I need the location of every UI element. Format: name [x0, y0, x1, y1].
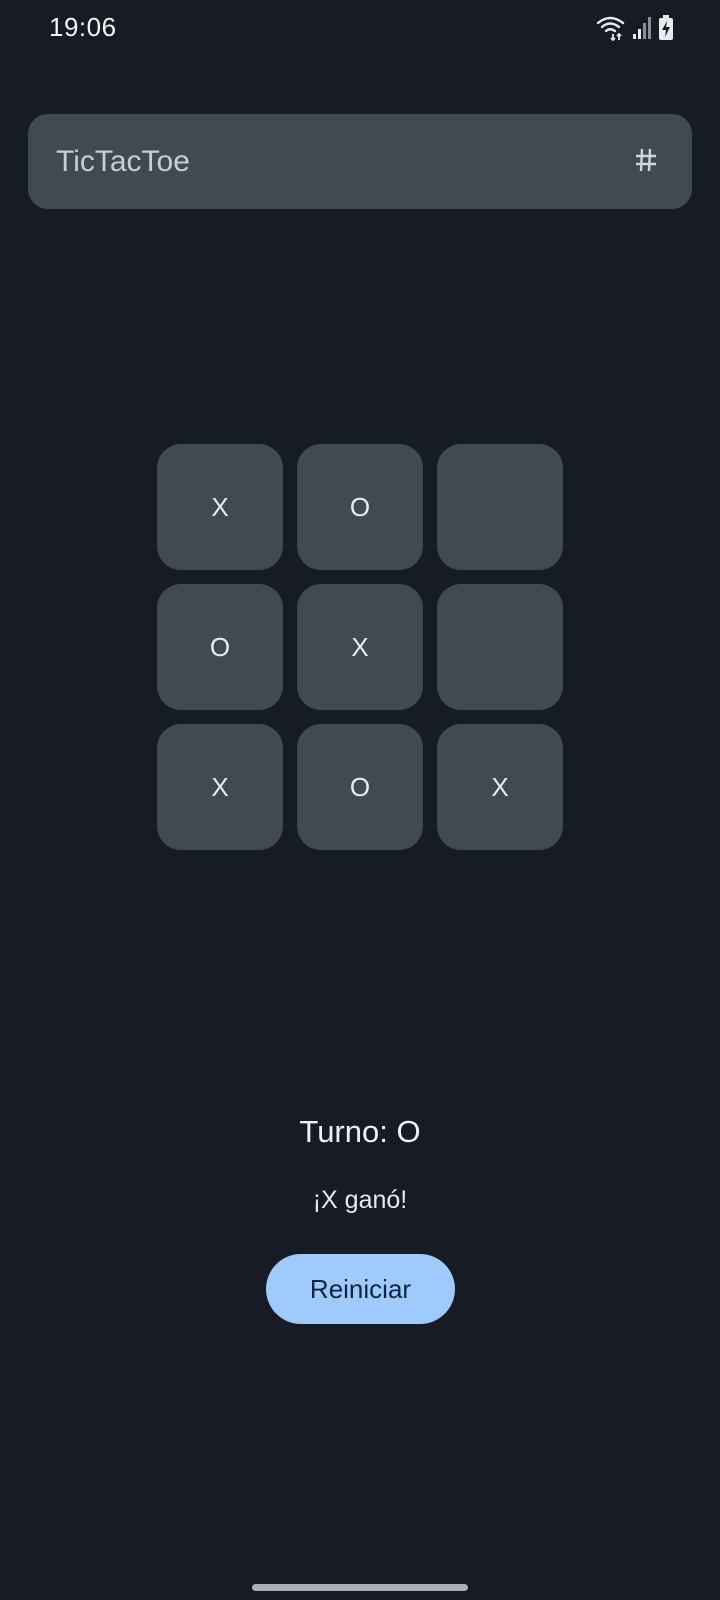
app-bar: TicTacToe — [28, 114, 692, 209]
status-time: 19:06 — [49, 12, 117, 42]
status-bar: 19:06 — [0, 0, 720, 56]
home-indicator[interactable] — [252, 1584, 468, 1591]
status-icons — [596, 14, 674, 42]
app-title: TicTacToe — [56, 145, 190, 178]
board-cell-8[interactable]: O — [297, 724, 423, 850]
board-cell-4[interactable]: O — [157, 584, 283, 710]
board-cell-9[interactable]: X — [437, 724, 563, 850]
hash-button[interactable] — [622, 138, 670, 186]
board-cell-2[interactable]: O — [297, 444, 423, 570]
board-cell-1[interactable]: X — [157, 444, 283, 570]
signal-icon — [632, 16, 652, 40]
wifi-data-icon — [596, 15, 626, 41]
turn-text: Turno: O — [299, 1114, 421, 1149]
game-board: X O O X X O X — [157, 444, 563, 850]
board-cell-6[interactable] — [437, 584, 563, 710]
board-cell-7[interactable]: X — [157, 724, 283, 850]
result-text: ¡X ganó! — [312, 1186, 408, 1214]
board-cell-3[interactable] — [437, 444, 563, 570]
reset-button[interactable]: Reiniciar — [266, 1254, 455, 1324]
battery-charging-icon — [658, 15, 674, 41]
hash-icon — [634, 147, 658, 178]
board-cell-5[interactable]: X — [297, 584, 423, 710]
